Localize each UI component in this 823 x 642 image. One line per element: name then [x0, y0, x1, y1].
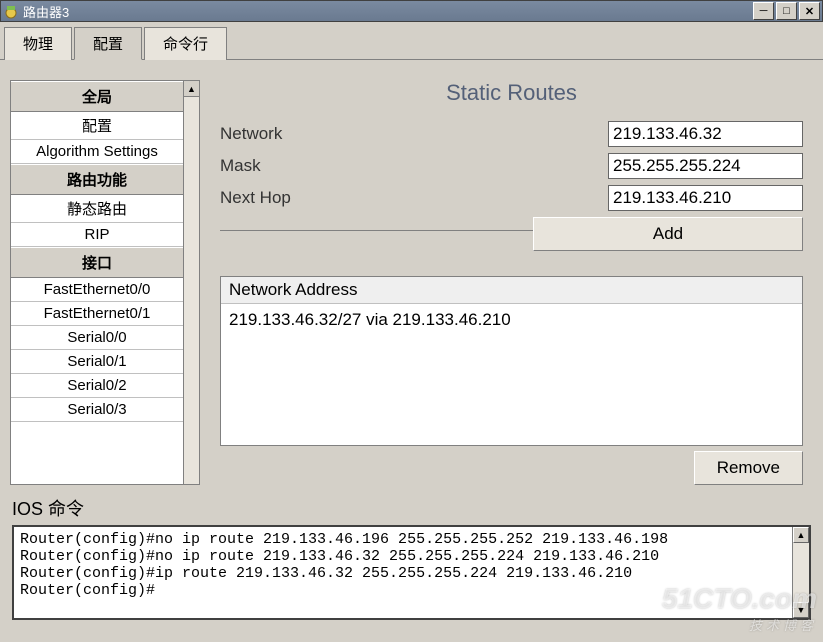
remove-button[interactable]: Remove: [694, 451, 803, 485]
router-icon: [3, 3, 19, 19]
sidebar-item-algorithm[interactable]: Algorithm Settings: [11, 140, 183, 164]
ios-text[interactable]: Router(config)#no ip route 219.133.46.19…: [14, 527, 792, 618]
sidebar-item-s03[interactable]: Serial0/3: [11, 398, 183, 422]
nexthop-input[interactable]: [608, 185, 803, 211]
ios-output: Router(config)#no ip route 219.133.46.19…: [12, 525, 811, 620]
network-address-box: Network Address 219.133.46.32/27 via 219…: [220, 276, 803, 446]
sidebar-item-s01[interactable]: Serial0/1: [11, 350, 183, 374]
ios-scrollbar[interactable]: ▲ ▼: [792, 527, 809, 618]
main-panel: Static Routes Network Mask Next Hop Add …: [210, 80, 813, 485]
ios-title: IOS 命令: [12, 495, 811, 521]
sidebar-item-settings[interactable]: 配置: [11, 112, 183, 140]
add-button[interactable]: Add: [533, 217, 803, 251]
sidebar-item-s00[interactable]: Serial0/0: [11, 326, 183, 350]
sidebar-item-s02[interactable]: Serial0/2: [11, 374, 183, 398]
titlebar: 路由器3 ─ □ ✕: [0, 0, 823, 22]
label-nexthop: Next Hop: [220, 188, 380, 208]
label-mask: Mask: [220, 156, 380, 176]
tab-config[interactable]: 配置: [74, 27, 142, 60]
sidebar-item-rip[interactable]: RIP: [11, 223, 183, 247]
minimize-button[interactable]: ─: [753, 2, 774, 20]
sidebar-head-interface: 接口: [11, 247, 183, 278]
tab-cli[interactable]: 命令行: [144, 27, 227, 60]
sidebar-head-global: 全局: [11, 81, 183, 112]
sidebar-head-routing: 路由功能: [11, 164, 183, 195]
label-network: Network: [220, 124, 380, 144]
network-address-entry[interactable]: 219.133.46.32/27 via 219.133.46.210: [221, 304, 802, 336]
tab-physical[interactable]: 物理: [4, 27, 72, 60]
sidebar-item-fe00[interactable]: FastEthernet0/0: [11, 278, 183, 302]
panel-title: Static Routes: [220, 80, 803, 106]
scroll-up-icon[interactable]: ▲: [184, 81, 199, 97]
window-title: 路由器3: [23, 2, 753, 21]
scroll-up-icon[interactable]: ▲: [793, 527, 809, 543]
maximize-button[interactable]: □: [776, 2, 797, 20]
separator: [220, 217, 533, 231]
sidebar-item-static[interactable]: 静态路由: [11, 195, 183, 223]
network-address-header: Network Address: [221, 277, 802, 304]
sidebar-item-fe01[interactable]: FastEthernet0/1: [11, 302, 183, 326]
sidebar: 全局 配置 Algorithm Settings 路由功能 静态路由 RIP 接…: [10, 80, 184, 485]
scroll-down-icon[interactable]: ▼: [793, 602, 809, 618]
network-input[interactable]: [608, 121, 803, 147]
tab-bar: 物理 配置 命令行: [0, 22, 823, 60]
close-button[interactable]: ✕: [799, 2, 820, 20]
sidebar-scrollbar[interactable]: ▲: [184, 80, 200, 485]
mask-input[interactable]: [608, 153, 803, 179]
